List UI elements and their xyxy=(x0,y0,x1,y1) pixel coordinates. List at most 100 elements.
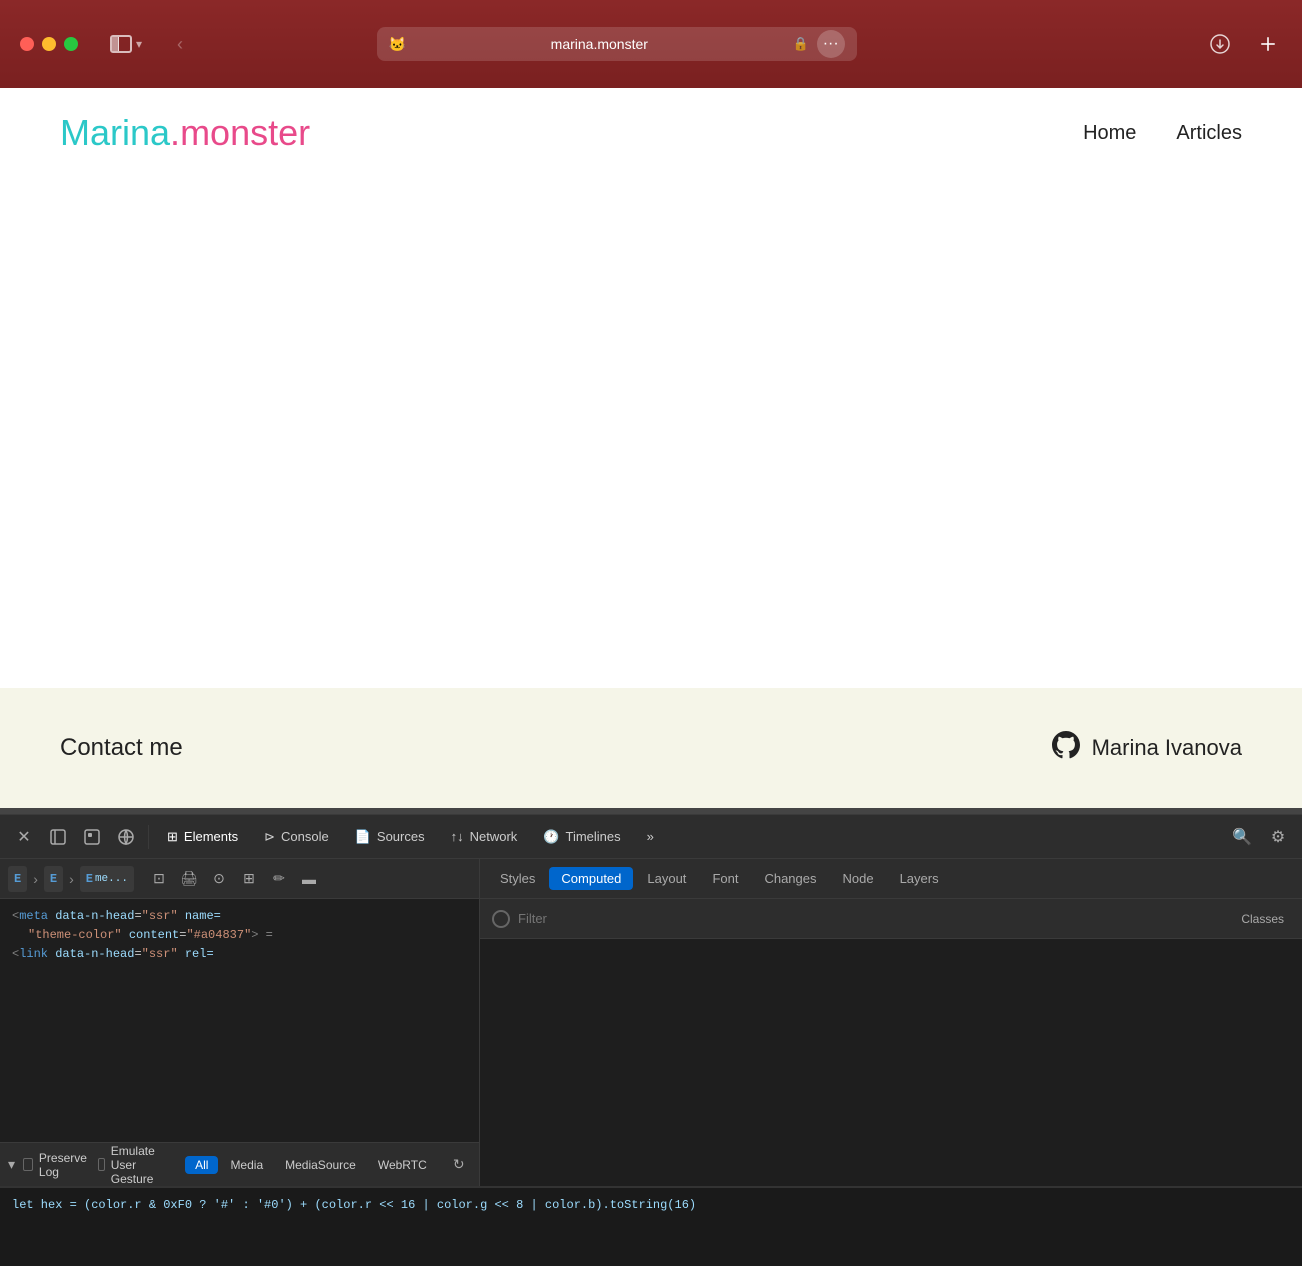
sidebar-toggle[interactable]: ▾ xyxy=(110,35,142,53)
devtools-right-actions: 🔍 ⚙ xyxy=(1226,821,1294,853)
site-header: Marina.monster Home Articles xyxy=(0,88,1302,178)
breadcrumb-e-label-1: E xyxy=(14,872,21,886)
devtools-styles-panel: Styles Computed Layout Font Changes Node… xyxy=(480,859,1302,1186)
tab-layout[interactable]: Layout xyxy=(635,867,698,890)
filter-input[interactable] xyxy=(518,911,1227,926)
classes-button[interactable]: Classes xyxy=(1235,909,1290,929)
tab-styles[interactable]: Styles xyxy=(488,867,547,890)
tab-font[interactable]: Font xyxy=(700,867,750,890)
console-tab-icon: ⊳ xyxy=(264,829,275,845)
computed-styles-content xyxy=(480,939,1302,1186)
tab-computed[interactable]: Computed xyxy=(549,867,633,890)
dom-tool-5[interactable]: ✏ xyxy=(266,866,292,892)
elements-tab-label: Elements xyxy=(184,829,238,844)
tab-layers[interactable]: Layers xyxy=(888,867,951,890)
tab-console[interactable]: ⊳ Console xyxy=(252,821,341,853)
devtools-search-button[interactable]: 🔍 xyxy=(1226,821,1258,853)
emulate-gesture-label: Emulate User Gesture xyxy=(111,1144,161,1186)
dom-line-1: <meta data-n-head="ssr" name= xyxy=(12,907,467,926)
breadcrumb-arrow-1: › xyxy=(33,871,38,887)
toolbar-separator-1 xyxy=(148,825,149,849)
filter-tabs: All Media MediaSource WebRTC xyxy=(185,1156,437,1174)
browser-actions xyxy=(1206,30,1282,58)
dom-breadcrumb: E › E › E me... ⊡ 🖨 ⊙ ⊞ ✏ ▬ xyxy=(0,859,479,899)
breadcrumb-e-label-3: E xyxy=(86,872,93,886)
favicon-icon: 🐱 xyxy=(389,36,406,53)
address-bar[interactable]: 🐱 marina.monster 🔒 ··· xyxy=(377,27,857,61)
emulate-gesture-option: Emulate User Gesture xyxy=(98,1144,161,1186)
tab-more[interactable]: » xyxy=(635,821,666,853)
site-logo: Marina.monster xyxy=(60,112,310,154)
tab-node[interactable]: Node xyxy=(831,867,886,890)
undock-button[interactable] xyxy=(42,821,74,853)
github-icon xyxy=(1052,731,1080,766)
logo-monster: monster xyxy=(180,112,310,153)
breadcrumb-tools: ⊡ 🖨 ⊙ ⊞ ✏ ▬ xyxy=(146,866,322,892)
download-button[interactable] xyxy=(1206,30,1234,58)
computed-filter-bar: Classes xyxy=(480,899,1302,939)
tab-changes[interactable]: Changes xyxy=(752,867,828,890)
nav-articles[interactable]: Articles xyxy=(1176,122,1242,145)
preserve-log-option: Preserve Log xyxy=(23,1151,90,1179)
filter-tab-media[interactable]: Media xyxy=(220,1156,273,1174)
breadcrumb-item-1[interactable]: E xyxy=(8,866,27,892)
devtools-toolbar: ✕ ⊞ Elements ⊳ Cons xyxy=(0,815,1302,859)
emulate-gesture-checkbox[interactable] xyxy=(98,1158,105,1171)
close-button[interactable] xyxy=(20,37,34,51)
logo-dot: . xyxy=(170,112,180,153)
console-line-1: let hex = (color.r & 0xF0 ? '#' : '#0') … xyxy=(12,1196,1290,1215)
dom-tool-2[interactable]: 🖨 xyxy=(176,866,202,892)
close-devtools-button[interactable]: ✕ xyxy=(8,821,40,853)
footer-author-name: Marina Ivanova xyxy=(1092,735,1242,761)
timelines-tab-label: Timelines xyxy=(565,829,620,844)
tab-elements[interactable]: ⊞ Elements xyxy=(155,821,250,853)
dom-tool-1[interactable]: ⊡ xyxy=(146,866,172,892)
styles-panel-tabs: Styles Computed Layout Font Changes Node… xyxy=(480,859,1302,899)
nav-buttons: ‹ xyxy=(166,30,194,58)
new-tab-button[interactable] xyxy=(1254,30,1282,58)
sources-tab-icon: 📄 xyxy=(355,829,371,845)
tab-sources[interactable]: 📄 Sources xyxy=(343,821,437,853)
dom-tool-6[interactable]: ▬ xyxy=(296,866,322,892)
dom-bottom-toggle[interactable]: ▾ xyxy=(8,1151,15,1179)
sources-tab-label: Sources xyxy=(377,829,425,844)
dom-bottom-toolbar: ▾ Preserve Log Emulate User Gesture All … xyxy=(0,1142,479,1186)
inspect-button[interactable] xyxy=(76,821,108,853)
breadcrumb-item-3[interactable]: E me... xyxy=(80,866,134,892)
devtools-content-area: E › E › E me... ⊡ 🖨 ⊙ ⊞ ✏ ▬ xyxy=(0,859,1302,1186)
dom-line-2: "theme-color" content="#a04837"> = xyxy=(12,926,467,945)
filter-tab-all[interactable]: All xyxy=(185,1156,218,1174)
breadcrumb-e-text-3: me... xyxy=(95,873,128,885)
preserve-log-checkbox[interactable] xyxy=(23,1158,33,1171)
dom-tool-4[interactable]: ⊞ xyxy=(236,866,262,892)
nav-home[interactable]: Home xyxy=(1083,122,1136,145)
console-output-area: let hex = (color.r & 0xF0 ? '#' : '#0') … xyxy=(0,1186,1302,1266)
console-code-text: let hex = (color.r & 0xF0 ? '#' : '#0') … xyxy=(12,1198,696,1212)
filter-circle-icon xyxy=(492,910,510,928)
webpage-content: Marina.monster Home Articles Contact me … xyxy=(0,88,1302,808)
back-button[interactable]: ‹ xyxy=(166,30,194,58)
webpage-footer: Contact me Marina Ivanova xyxy=(0,688,1302,808)
logo-marina: Marina xyxy=(60,112,170,153)
breadcrumb-arrow-2: › xyxy=(69,871,74,887)
footer-github: Marina Ivanova xyxy=(1052,731,1242,766)
devtools-settings-button[interactable]: ⚙ xyxy=(1262,821,1294,853)
minimize-button[interactable] xyxy=(42,37,56,51)
filter-tab-mediasource[interactable]: MediaSource xyxy=(275,1156,366,1174)
more-options-button[interactable]: ··· xyxy=(817,30,845,58)
tab-timelines[interactable]: 🕐 Timelines xyxy=(531,821,632,853)
device-toggle-button[interactable] xyxy=(110,821,142,853)
footer-contact: Contact me xyxy=(60,734,183,762)
devtools-panel: ✕ ⊞ Elements ⊳ Cons xyxy=(0,814,1302,1266)
browser-chrome: ▾ ‹ 🐱 marina.monster 🔒 ··· xyxy=(0,0,1302,88)
lock-icon: 🔒 xyxy=(793,36,809,52)
breadcrumb-item-2[interactable]: E xyxy=(44,866,63,892)
dom-tool-3[interactable]: ⊙ xyxy=(206,866,232,892)
network-tab-label: Network xyxy=(470,829,518,844)
tab-network[interactable]: ↑↓ Network xyxy=(439,821,530,853)
maximize-button[interactable] xyxy=(64,37,78,51)
console-tab-label: Console xyxy=(281,829,329,844)
dom-bottom-right-icons: ↻ 🗑 ⬆ xyxy=(445,1151,480,1179)
refresh-icon[interactable]: ↻ xyxy=(445,1151,473,1179)
filter-tab-webrtc[interactable]: WebRTC xyxy=(368,1156,437,1174)
